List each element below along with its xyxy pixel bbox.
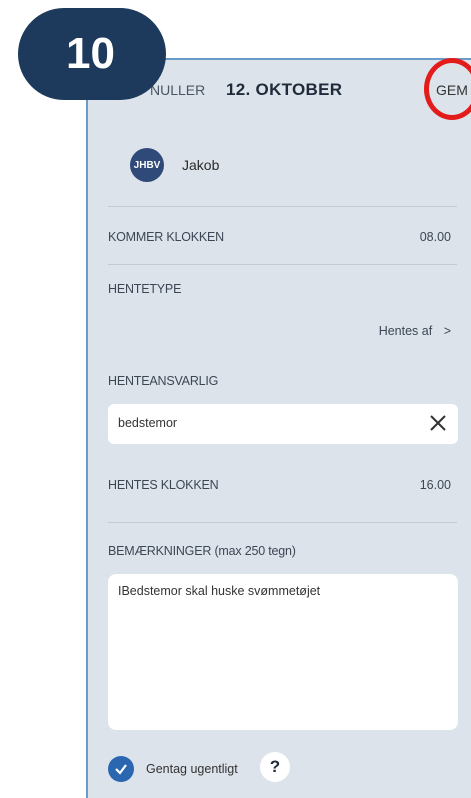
check-icon <box>115 764 127 775</box>
remarks-textarea[interactable]: IBedstemor skal huske svømmetøjet <box>108 574 458 730</box>
pickup-time[interactable]: 16.00 <box>420 478 451 492</box>
pickup-person-label: HENTEANSVARLIG <box>108 374 219 388</box>
avatar: JHBV <box>130 148 164 182</box>
chevron-right-icon: > <box>443 324 451 338</box>
repeat-checkbox[interactable] <box>108 756 134 782</box>
close-icon[interactable] <box>428 413 448 433</box>
divider <box>108 264 457 265</box>
cancel-button[interactable]: NULLER <box>150 82 205 98</box>
child-row: JHBV Jakob <box>130 148 219 182</box>
remarks-label: BEMÆRKNINGER (max 250 tegn) <box>108 544 296 558</box>
divider <box>108 206 457 207</box>
highlight-circle <box>424 58 471 120</box>
arrival-label: KOMMER KLOKKEN <box>108 230 224 244</box>
page-title: 12. OKTOBER <box>226 80 343 99</box>
pickup-person-value: bedstemor <box>118 416 178 430</box>
pickup-time-label: HENTES KLOKKEN <box>108 478 219 492</box>
child-name: Jakob <box>182 157 220 173</box>
pickup-person-input[interactable]: bedstemor <box>108 404 458 444</box>
divider <box>108 522 457 523</box>
pickup-type-label: HENTETYPE <box>108 282 182 296</box>
step-number-badge: 10 <box>18 8 166 100</box>
arrival-time[interactable]: 08.00 <box>420 230 451 244</box>
pickup-type-selector[interactable]: Hentes af > <box>379 324 451 338</box>
remarks-value: IBedstemor skal huske svømmetøjet <box>118 584 321 598</box>
repeat-label: Gentag ugentligt <box>146 762 238 776</box>
help-button[interactable]: ? <box>260 752 290 782</box>
pickup-type-value: Hentes af <box>378 324 433 338</box>
